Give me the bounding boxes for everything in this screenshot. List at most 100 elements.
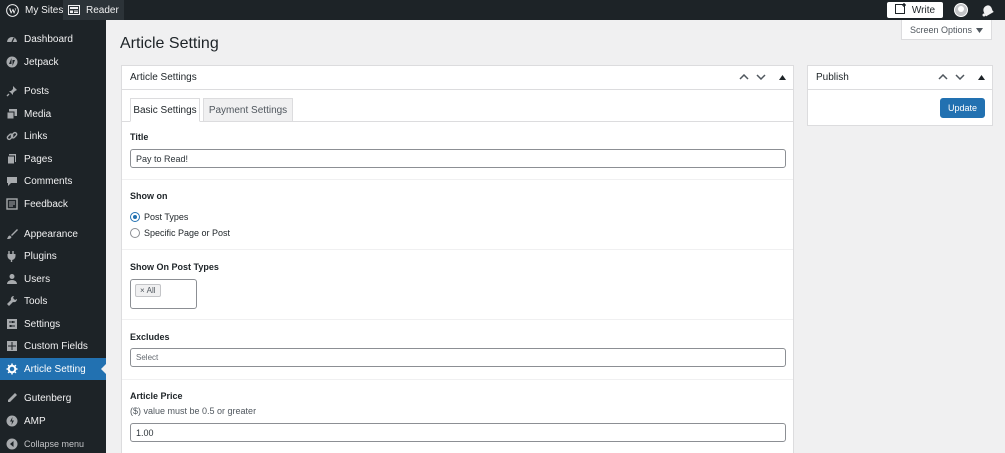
link-icon [6, 130, 18, 142]
sidebar-item-users[interactable]: Users [0, 268, 106, 290]
write-button[interactable]: Write [887, 2, 943, 18]
radio-specific-page[interactable]: Specific Page or Post [130, 228, 230, 238]
wordpress-logo-icon[interactable]: W [6, 0, 19, 20]
reader-link[interactable]: Reader [63, 0, 124, 20]
collapse-icon [6, 438, 18, 450]
move-up-icon[interactable] [937, 71, 949, 83]
sidebar-item-label: Posts [24, 85, 50, 97]
sidebar-item-plugins[interactable]: Plugins [0, 245, 106, 267]
wrench-icon [6, 295, 18, 307]
move-down-icon[interactable] [755, 71, 767, 83]
caret-down-icon [976, 25, 984, 35]
sidebar-item-tools[interactable]: Tools [0, 290, 106, 312]
update-button[interactable]: Update [940, 98, 985, 118]
move-up-icon[interactable] [738, 71, 750, 83]
divider [122, 379, 793, 380]
sidebar-item-label: Tools [24, 295, 48, 307]
post-types-label: Show On Post Types [130, 262, 219, 272]
title-input[interactable]: Pay to Read! [130, 149, 786, 168]
postbox-title: Article Settings [130, 72, 197, 83]
sidebar-item-label: Appearance [24, 228, 78, 240]
radio-label: Specific Page or Post [144, 228, 231, 238]
media-icon [6, 108, 18, 120]
sidebar-item-label: Media [24, 108, 52, 120]
sidebar-item-label: Pages [24, 153, 53, 165]
brush-icon [6, 228, 18, 240]
postbox-header: Publish [808, 66, 992, 90]
divider [122, 179, 793, 180]
amp-icon [6, 415, 18, 427]
price-input[interactable]: 1.00 [130, 423, 786, 442]
publish-box: Publish Update [807, 65, 993, 126]
article-settings-box: Article Settings Basic Settings Payment … [121, 65, 794, 453]
comment-icon [6, 175, 18, 187]
sidebar-item-label: Links [24, 130, 48, 142]
my-sites-link[interactable]: My Sites [25, 0, 63, 20]
gear-icon [6, 363, 18, 375]
write-icon [894, 3, 907, 17]
pencil-icon [6, 392, 18, 404]
notifications-icon[interactable] [980, 3, 994, 17]
radio-label: Post Types [144, 212, 189, 222]
sidebar-item-label: Custom Fields [24, 340, 88, 352]
sidebar-item-article-setting[interactable]: Article Setting [0, 358, 106, 380]
chip-label: All [146, 286, 156, 295]
sidebar-item-links[interactable]: Links [0, 125, 106, 147]
sidebar-item-media[interactable]: Media [0, 103, 106, 125]
sidebar-item-gutenberg[interactable]: Gutenberg [0, 387, 106, 409]
toggle-panel-icon[interactable] [776, 71, 788, 83]
sidebar-item-label: Plugins [24, 250, 57, 262]
sidebar-item-label: Jetpack [24, 56, 59, 68]
plugin-icon [6, 250, 18, 262]
sidebar-item-posts[interactable]: Posts [0, 80, 106, 102]
radio-post-types[interactable]: Post Types [130, 212, 188, 222]
tab-basic-settings[interactable]: Basic Settings [130, 98, 200, 122]
sidebar-item-label: Dashboard [24, 33, 73, 45]
sidebar-item-feedback[interactable]: Feedback [0, 193, 106, 215]
excludes-select[interactable]: Select [130, 348, 786, 367]
dashboard-icon [6, 33, 18, 45]
excludes-label: Excludes [130, 332, 170, 342]
title-label: Title [130, 132, 149, 142]
pin-icon [6, 85, 18, 97]
divider [122, 249, 793, 250]
feedback-icon [6, 198, 18, 210]
sidebar-item-pages[interactable]: Pages [0, 148, 106, 170]
radio-button[interactable] [130, 212, 140, 222]
screen-options-button[interactable]: Screen Options [901, 20, 992, 40]
radio-button[interactable] [130, 228, 140, 238]
screen-options-label: Screen Options [909, 24, 973, 35]
sidebar-item-label: Comments [24, 175, 73, 187]
tab-payment-settings[interactable]: Payment Settings [203, 98, 293, 122]
postbox-title: Publish [816, 72, 849, 83]
jetpack-icon [6, 56, 18, 68]
avatar[interactable] [954, 3, 968, 17]
selected-chip: × All [135, 284, 161, 297]
reader-icon [68, 5, 80, 15]
sidebar-item-settings[interactable]: Settings [0, 313, 106, 335]
sidebar-item-amp[interactable]: AMP [0, 410, 106, 432]
toggle-panel-icon[interactable] [975, 71, 987, 83]
sidebar-item-comments[interactable]: Comments [0, 170, 106, 192]
sidebar-item-label: Article Setting [24, 363, 86, 375]
admin-sidebar: Dashboard Jetpack Posts Media Links Page… [0, 20, 106, 453]
sidebar-item-label: Feedback [24, 198, 68, 210]
postbox-header: Article Settings [122, 66, 793, 90]
reader-label: Reader [86, 4, 119, 16]
settings-icon [6, 318, 18, 330]
users-icon [6, 273, 18, 285]
pages-icon [6, 153, 18, 165]
divider [122, 319, 793, 320]
post-types-select[interactable]: × All [130, 279, 197, 309]
remove-chip-icon[interactable]: × [140, 286, 145, 295]
sidebar-item-custom-fields[interactable]: Custom Fields [0, 335, 106, 357]
move-down-icon[interactable] [954, 71, 966, 83]
sidebar-item-dashboard[interactable]: Dashboard [0, 28, 106, 50]
custom-fields-icon [6, 340, 18, 352]
price-description: ($) value must be 0.5 or greater [130, 406, 257, 416]
collapse-menu-button[interactable]: Collapse menu [0, 433, 106, 453]
sidebar-item-label: Collapse menu [24, 439, 85, 449]
sidebar-item-appearance[interactable]: Appearance [0, 223, 106, 245]
tabs-divider [122, 121, 793, 122]
sidebar-item-jetpack[interactable]: Jetpack [0, 51, 106, 73]
